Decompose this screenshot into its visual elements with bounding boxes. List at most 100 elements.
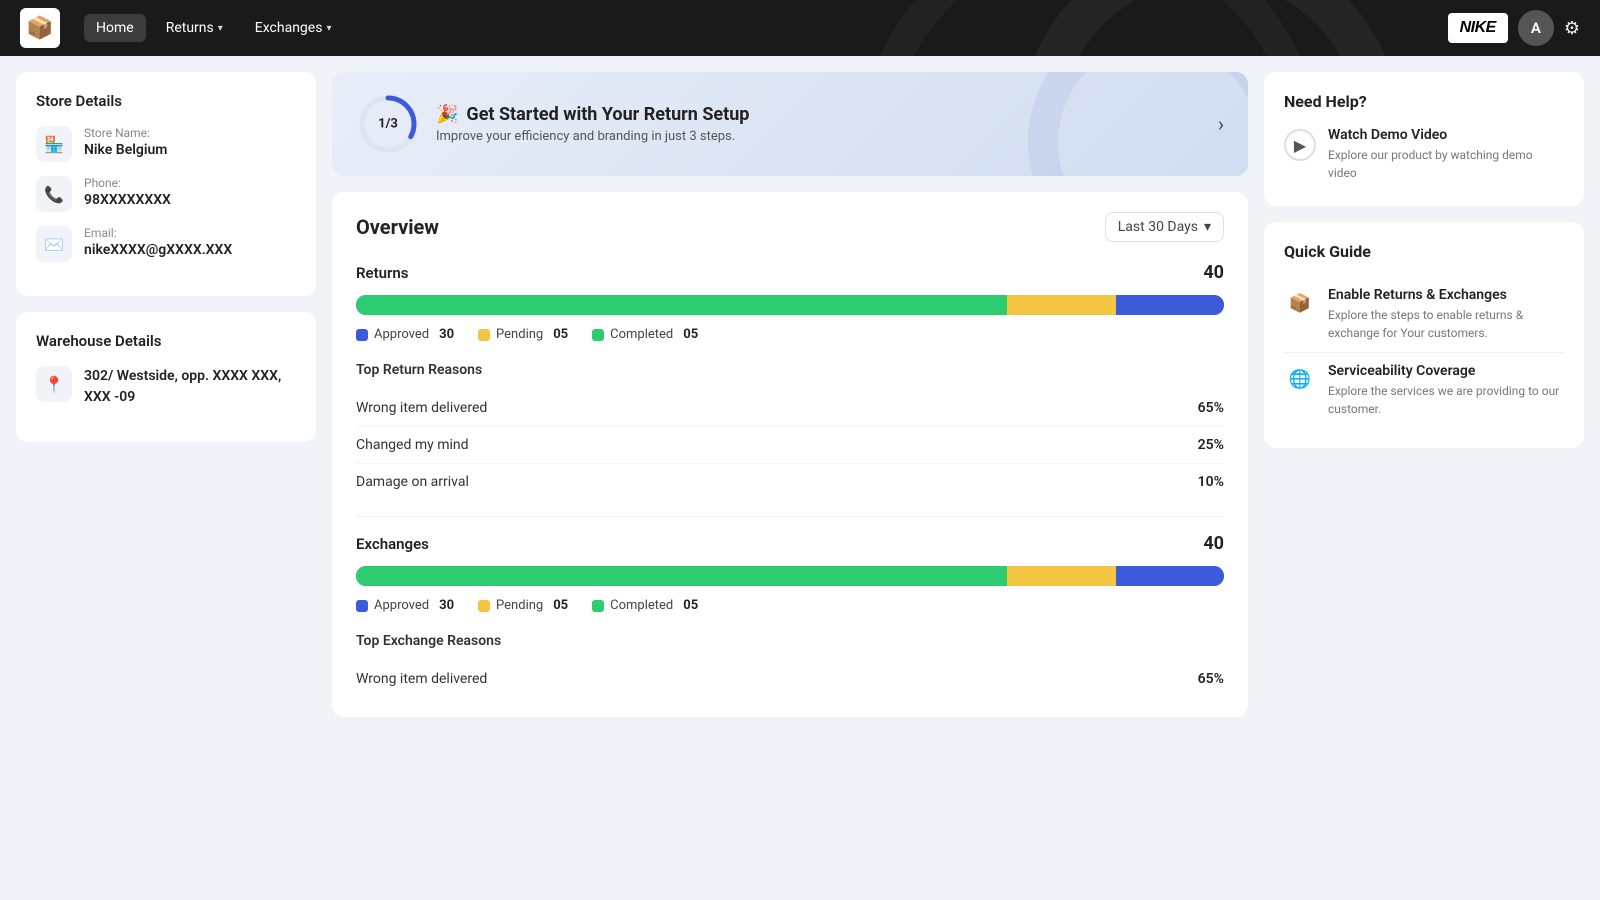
exchanges-pending-count: 05 — [553, 598, 568, 613]
pending-dot — [478, 329, 490, 341]
location-icon: 📍 — [36, 366, 72, 402]
globe-icon: 🌐 — [1284, 363, 1316, 395]
left-panel: Store Details 🏪 Store Name: Nike Belgium… — [16, 72, 316, 884]
settings-icon[interactable]: ⚙ — [1564, 18, 1580, 39]
phone-icon: 📞 — [36, 176, 72, 212]
returns-pending-bar — [1007, 295, 1116, 315]
exchanges-completed-count: 05 — [683, 598, 698, 613]
store-building-icon: 🏪 — [36, 126, 72, 162]
exchanges-chevron-icon: ▾ — [326, 23, 331, 34]
section-divider — [356, 516, 1224, 517]
store-name-item: 🏪 Store Name: Nike Belgium — [36, 126, 296, 162]
nike-logo-button[interactable]: NIKE — [1448, 13, 1508, 43]
need-help-card: Need Help? ▶ Watch Demo Video Explore ou… — [1264, 72, 1584, 206]
returns-section-label: Returns 40 — [356, 262, 1224, 283]
phone-label: Phone: — [84, 176, 171, 190]
exchanges-pending-legend: Pending 05 — [478, 598, 568, 613]
exchanges-legend: Approved 30 Pending 05 Completed 05 — [356, 598, 1224, 613]
enable-returns-item[interactable]: 📦 Enable Returns & Exchanges Explore the… — [1284, 277, 1564, 353]
list-item: Changed my mind 25% — [356, 427, 1224, 464]
warehouse-title: Warehouse Details — [36, 332, 296, 350]
store-name-label: Store Name: — [84, 126, 167, 140]
main-layout: Store Details 🏪 Store Name: Nike Belgium… — [0, 56, 1600, 900]
returns-completed-legend: Completed 05 — [592, 327, 698, 342]
email-icon: ✉️ — [36, 226, 72, 262]
ex-approved-dot — [356, 600, 368, 612]
play-icon: ▶ — [1284, 129, 1316, 161]
warehouse-address-item: 📍 302/ Westside, opp. XXXX XXX, XXX -09 — [36, 366, 296, 408]
nav-returns[interactable]: Returns ▾ — [154, 14, 235, 42]
returns-legend: Approved 30 Pending 05 Completed 05 — [356, 327, 1224, 342]
enable-returns-title: Enable Returns & Exchanges — [1328, 287, 1564, 303]
exchanges-progress-bar — [356, 566, 1224, 586]
enable-returns-desc: Explore the steps to enable returns & ex… — [1328, 306, 1564, 342]
returns-completed-count: 05 — [683, 327, 698, 342]
progress-text: 1/3 — [378, 117, 398, 132]
returns-approved-legend: Approved 30 — [356, 327, 454, 342]
returns-total: 40 — [1203, 262, 1224, 283]
returns-pending-count: 05 — [553, 327, 568, 342]
serviceability-desc: Explore the services we are providing to… — [1328, 382, 1564, 418]
exchanges-pending-bar — [1007, 566, 1116, 586]
returns-pending-legend: Pending 05 — [478, 327, 568, 342]
returns-approved-count: 30 — [439, 327, 454, 342]
list-item: Wrong item delivered 65% — [356, 661, 1224, 697]
nav-home[interactable]: Home — [84, 14, 146, 42]
setup-progress-ring: 1/3 — [356, 92, 420, 156]
overview-card: Overview Last 30 Days ▾ Returns 40 Appr — [332, 192, 1248, 717]
ex-pending-dot — [478, 600, 490, 612]
center-panel: 1/3 🎉 Get Started with Your Return Setup… — [332, 72, 1248, 884]
exchanges-approved-legend: Approved 30 — [356, 598, 454, 613]
period-selector[interactable]: Last 30 Days ▾ — [1105, 212, 1224, 242]
setup-subtitle: Improve your efficiency and branding in … — [436, 129, 1202, 144]
returns-approved-bar — [356, 295, 1007, 315]
quick-guide-card: Quick Guide 📦 Enable Returns & Exchanges… — [1264, 222, 1584, 448]
setup-banner: 1/3 🎉 Get Started with Your Return Setup… — [332, 72, 1248, 176]
exchange-reasons-list: Wrong item delivered 65% — [356, 661, 1224, 697]
period-chevron-icon: ▾ — [1204, 219, 1211, 235]
exchanges-approved-bar — [356, 566, 1007, 586]
list-item: Wrong item delivered 65% — [356, 390, 1224, 427]
setup-title: 🎉 Get Started with Your Return Setup — [436, 104, 1202, 125]
top-exchange-reasons-title: Top Exchange Reasons — [356, 633, 1224, 649]
demo-video-item[interactable]: ▶ Watch Demo Video Explore our product b… — [1284, 127, 1564, 182]
overview-header: Overview Last 30 Days ▾ — [356, 212, 1224, 242]
phone-value: 98XXXXXXXX — [84, 192, 171, 208]
store-phone-item: 📞 Phone: 98XXXXXXXX — [36, 176, 296, 212]
ex-completed-dot — [592, 600, 604, 612]
setup-chevron-icon[interactable]: › — [1218, 112, 1224, 136]
navbar: 📦 Home Returns ▾ Exchanges ▾ NIKE A ⚙ — [0, 0, 1600, 56]
exchanges-completed-bar — [1116, 566, 1225, 586]
top-return-reasons-title: Top Return Reasons — [356, 362, 1224, 378]
exchanges-approved-count: 30 — [439, 598, 454, 613]
returns-chevron-icon: ▾ — [218, 23, 223, 34]
overview-title: Overview — [356, 215, 439, 239]
app-logo[interactable]: 📦 — [20, 8, 60, 48]
serviceability-item[interactable]: 🌐 Serviceability Coverage Explore the se… — [1284, 353, 1564, 428]
returns-progress-bar — [356, 295, 1224, 315]
serviceability-title: Serviceability Coverage — [1328, 363, 1564, 379]
email-label: Email: — [84, 226, 232, 240]
warehouse-details-card: Warehouse Details 📍 302/ Westside, opp. … — [16, 312, 316, 442]
store-name-value: Nike Belgium — [84, 142, 167, 158]
store-details-card: Store Details 🏪 Store Name: Nike Belgium… — [16, 72, 316, 296]
email-value: nikeXXXX@gXXXX.XXX — [84, 242, 232, 258]
exchanges-section-label: Exchanges 40 — [356, 533, 1224, 554]
avatar[interactable]: A — [1518, 10, 1554, 46]
setup-content: 🎉 Get Started with Your Return Setup Imp… — [436, 104, 1202, 144]
list-item: Damage on arrival 10% — [356, 464, 1224, 500]
quick-guide-title: Quick Guide — [1284, 242, 1564, 261]
store-email-item: ✉️ Email: nikeXXXX@gXXXX.XXX — [36, 226, 296, 262]
nav-exchanges[interactable]: Exchanges ▾ — [243, 14, 344, 42]
package-icon: 📦 — [1284, 287, 1316, 319]
completed-dot — [592, 329, 604, 341]
right-panel: Need Help? ▶ Watch Demo Video Explore ou… — [1264, 72, 1584, 884]
nav-right: NIKE A ⚙ — [1448, 10, 1580, 46]
return-reasons-list: Wrong item delivered 65% Changed my mind… — [356, 390, 1224, 500]
exchanges-completed-legend: Completed 05 — [592, 598, 698, 613]
store-details-title: Store Details — [36, 92, 296, 110]
nav-links: Home Returns ▾ Exchanges ▾ — [84, 14, 1424, 42]
warehouse-address: 302/ Westside, opp. XXXX XXX, XXX -09 — [84, 366, 296, 408]
returns-completed-bar — [1116, 295, 1225, 315]
exchanges-total: 40 — [1203, 533, 1224, 554]
